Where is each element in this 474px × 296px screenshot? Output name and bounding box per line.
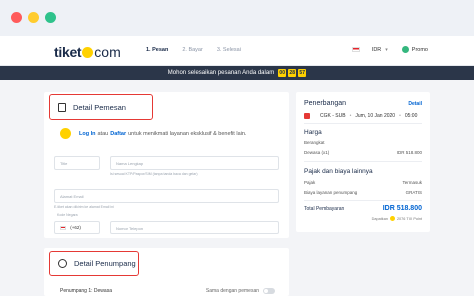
airline-logo-icon [304,113,310,119]
promo-icon[interactable] [401,46,409,53]
service-row: Biaya layanan penumpang GRATIS [304,190,422,195]
divider [304,161,422,162]
service-label: Biaya layanan penumpang [304,190,358,195]
name-hint: Isi sesuai KTP/Paspor/SIM (tanpa tanda b… [110,172,198,176]
language-flag-icon[interactable] [351,47,360,52]
flight-route: CGK - SUB [320,113,346,119]
booker-card: Detail Pemesan Log In atau Daftar untuk … [44,92,289,238]
total-label: Total Pembayaran [304,205,345,212]
browser-window: tiket com 1. Pesan 2. Bayar 3. Selesai I… [0,0,474,296]
login-prompt: Log In atau Daftar untuk menikmati layan… [60,128,246,139]
timer-banner: Mohon selesaikan pesanan Anda dalam 00 2… [0,66,474,80]
passenger-card: Detail Penumpang Penumpang 1: Dewasa Sam… [44,248,289,296]
register-link[interactable]: Daftar [110,131,126,137]
tix-coin-icon [389,216,395,221]
indonesia-flag-icon [60,225,66,230]
tax-label: Pajak [304,180,316,185]
banner-text: Mohon selesaikan pesanan Anda dalam [167,70,275,76]
email-input[interactable]: Alamat Email [54,189,279,203]
same-as-toggle[interactable] [263,288,275,294]
tax-value: Termasuk [402,180,422,185]
logo-suffix: com [94,44,121,60]
promo-link[interactable]: Promo [412,47,428,53]
title-placeholder: Title [60,161,68,166]
detail-link[interactable]: Detail [408,101,422,107]
currency-selector[interactable]: IDR [372,47,381,53]
maximize-window-dot[interactable] [45,12,56,23]
booker-section-header: Detail Pemesan [49,94,153,120]
passenger-title: Detail Penumpang [74,259,136,268]
tiket-logo[interactable]: tiket com [54,44,121,60]
or-text: atau [97,130,109,137]
depart-label: Berangkat [304,140,325,145]
total-row: Total Pembayaran IDR 518.800 [304,205,422,212]
passenger-row: Penumpang 1: Dewasa Sama dengan pemesan [60,288,275,294]
close-window-dot[interactable] [11,12,22,23]
adult-price: IDR 518.800 [396,150,422,155]
booker-title: Detail Pemesan [73,102,126,112]
divider [304,123,422,124]
flight-time: 05:00 [404,113,418,119]
country-code-label: Kode Negara [57,213,78,217]
timer-seconds: 57 [298,69,307,77]
summary-card: Penerbangan Detail CGK - SUB • Jum, 10 J… [296,92,430,232]
country-code-value: (+62) [70,225,81,230]
adult-price-row: Dewasa (x1) IDR 518.800 [304,150,422,155]
country-code-select[interactable]: (+62) [54,221,100,234]
full-name-input[interactable]: Nama Lengkap [110,156,279,170]
user-icon [58,259,67,268]
email-placeholder: Alamat Email [60,194,84,199]
step-pesan: 1. Pesan [146,47,169,53]
minimize-window-dot[interactable] [28,12,39,23]
price-heading: Harga [304,129,322,136]
flight-date: Jum, 10 Jan 2020 [355,113,396,119]
logo-ball-icon [82,46,94,58]
checkout-steps: 1. Pesan 2. Bayar 3. Selesai [146,47,255,53]
step-bayar: 2. Bayar [182,47,203,53]
adult-label: Dewasa (x1) [304,150,330,155]
document-icon [58,102,66,112]
points-prefix: Dapatkan [371,216,388,221]
points-value: 2076 TIX Point [396,216,422,221]
name-placeholder: Nama Lengkap [116,161,144,166]
tax-heading: Pajak dan biaya lainnya [304,168,373,175]
total-value: IDR 518.800 [382,205,422,212]
phone-placeholder: Nomor Telepon [116,226,144,231]
points-info: Dapatkan 2076 TIX Point [372,216,422,221]
phone-input[interactable]: Nomor Telepon [110,221,279,234]
chevron-down-icon[interactable]: ▾ [385,47,388,53]
header-right: IDR ▾ Promo [351,46,428,53]
same-as-label: Sama dengan pemesan [205,288,259,294]
login-desc: untuk menikmati layanan eksklusif & bene… [128,130,247,137]
tax-row: Pajak Termasuk [304,180,422,185]
divider [304,200,422,201]
separator-dot: • [349,113,352,119]
tix-coin-icon [60,128,71,139]
timer-hours: 00 [278,69,287,77]
step-selesai: 3. Selesai [216,47,241,53]
title-select[interactable]: Title [54,156,100,170]
flight-info: CGK - SUB • Jum, 10 Jan 2020 • 05:00 [304,113,417,119]
email-hint: E-tiket akan dikirim ke alamat Email ini [54,205,114,209]
site-header: tiket com 1. Pesan 2. Bayar 3. Selesai I… [0,36,474,66]
summary-title: Penerbangan [304,100,347,107]
login-link[interactable]: Log In [79,131,96,137]
passenger-section-header: Detail Penumpang [49,251,139,276]
separator-dot: • [399,113,401,119]
browser-chrome [0,0,474,36]
logo-brand: tiket [54,44,82,60]
timer-minutes: 28 [288,69,297,77]
passenger-label: Penumpang 1: Dewasa [60,288,112,294]
service-value: GRATIS [405,190,422,195]
same-as-booker: Sama dengan pemesan [206,288,275,294]
